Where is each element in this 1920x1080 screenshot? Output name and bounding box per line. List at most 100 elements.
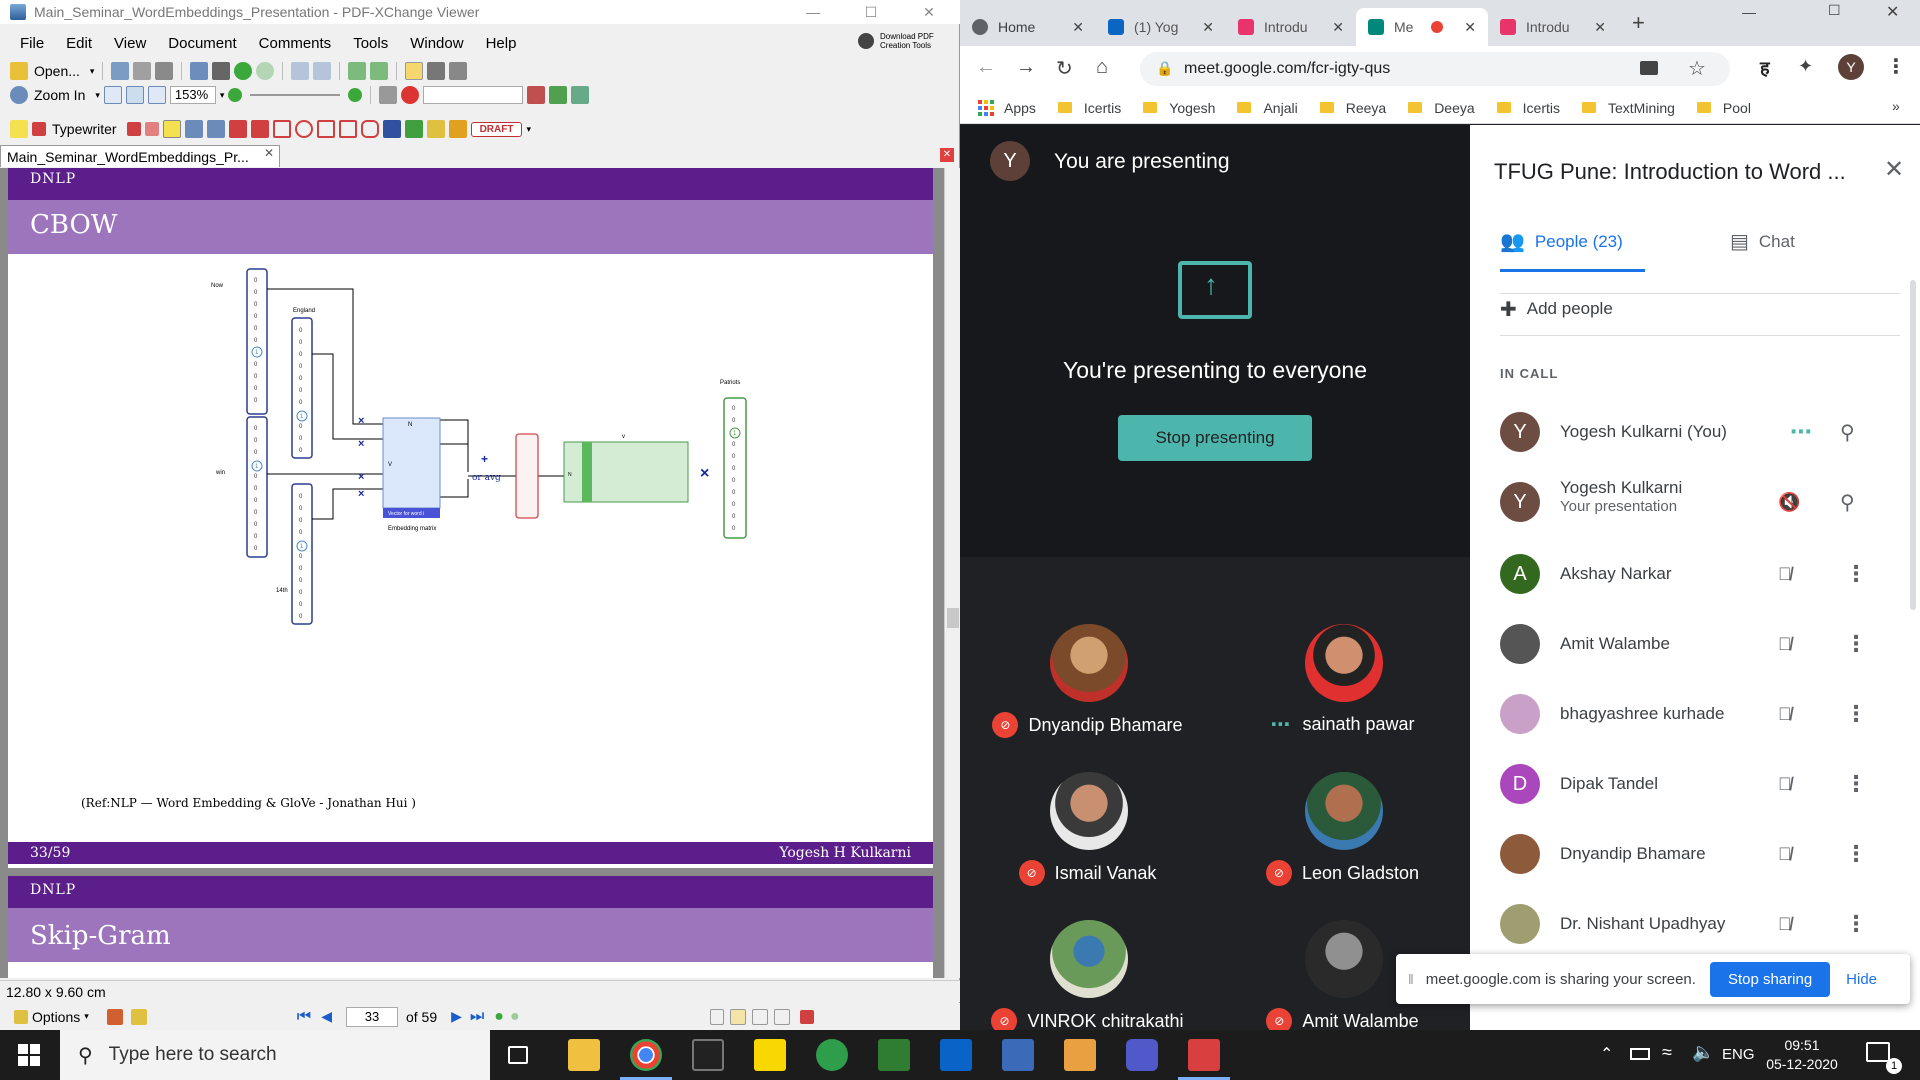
folder-app-icon[interactable]	[1064, 1039, 1096, 1071]
tab-chat[interactable]: ▤ Chat	[1730, 229, 1795, 254]
save-icon[interactable]	[111, 62, 130, 80]
tab-linkedin[interactable]: (1) Yog ✕	[1096, 8, 1226, 46]
document-view[interactable]: DNLP CBOW 0000000000 0000000000 0 0 0 0 …	[0, 168, 945, 978]
tab-close-icon[interactable]: ✕	[1072, 19, 1084, 36]
options-button[interactable]: Options	[32, 1009, 80, 1025]
textbox-icon[interactable]	[126, 122, 141, 136]
arrow-icon[interactable]	[228, 120, 247, 138]
address-bar[interactable]: 🔒 meet.google.com/fcr-igty-qus ☆	[1140, 52, 1730, 86]
redo-icon[interactable]	[313, 62, 332, 80]
first-page-icon[interactable]: ⏮	[297, 1008, 311, 1026]
participant-row[interactable]: Y Yogesh Kulkarni (You) ⋯ ⚲	[1500, 402, 1900, 462]
menu-edit[interactable]: Edit	[66, 35, 92, 52]
hide-button[interactable]: Hide	[1846, 971, 1877, 988]
bookmark-folder[interactable]: TextMining	[1582, 100, 1675, 116]
stamp-icon[interactable]	[401, 86, 420, 104]
find-icon[interactable]	[527, 86, 546, 104]
vertical-scrollbar[interactable]	[944, 168, 960, 978]
pencil-icon[interactable]	[404, 120, 423, 138]
more-options-icon[interactable]: ⋮	[1845, 631, 1867, 657]
forward-arrow-icon[interactable]: →	[1016, 56, 1036, 79]
menu-kebab-icon[interactable]: ⋮	[1886, 54, 1906, 79]
prev-page-icon[interactable]: ◀	[321, 1008, 332, 1025]
tab-people[interactable]: 👥 People (23)	[1500, 229, 1623, 254]
tab-meet[interactable]: Me ✕	[1356, 8, 1488, 46]
tab-intro-1[interactable]: Introdu ✕	[1226, 8, 1356, 46]
minimize-button[interactable]: —	[790, 0, 836, 24]
strikeout-icon[interactable]	[184, 120, 203, 138]
file-explorer-icon[interactable]	[568, 1039, 600, 1071]
tab-close-icon[interactable]: ✕	[1202, 19, 1214, 36]
participant-row[interactable]: bhagyashree kurhade 🎙̸ ⋮	[1500, 684, 1900, 744]
notification-center-icon[interactable]	[1866, 1042, 1890, 1062]
more-options-icon[interactable]: ⋮	[1845, 771, 1867, 797]
spreadsheet-icon[interactable]	[878, 1039, 910, 1071]
mute-presentation-icon[interactable]: 🔇	[1778, 492, 1800, 513]
pentagon-icon[interactable]	[338, 120, 357, 138]
extension-icon[interactable]: ह	[1760, 56, 1770, 80]
undo-icon[interactable]	[291, 62, 310, 80]
panel-scrollbar[interactable]	[1910, 280, 1916, 610]
outlook-icon[interactable]	[940, 1039, 972, 1071]
menu-file[interactable]: File	[20, 35, 44, 52]
star-icon[interactable]: ☆	[1688, 56, 1706, 81]
pin-icon[interactable]: ⚲	[1840, 420, 1855, 445]
chrome-taskbar-icon[interactable]	[630, 1039, 662, 1071]
close-panel-icon[interactable]: ✕	[1884, 155, 1904, 184]
sticky-notes-icon[interactable]	[754, 1039, 786, 1071]
forward-icon[interactable]	[256, 62, 275, 80]
typewriter-button[interactable]: Typewriter	[52, 121, 117, 137]
menu-document[interactable]: Document	[168, 35, 236, 52]
pdf-export-icon[interactable]	[799, 1009, 814, 1024]
clock[interactable]: 09:51 05-12-2020	[1762, 1036, 1842, 1074]
pin-icon[interactable]: ⚲	[1840, 490, 1855, 515]
note-icon[interactable]	[10, 120, 28, 138]
rectangle-icon[interactable]	[272, 120, 291, 138]
hand-tool-icon[interactable]	[405, 62, 424, 80]
reload-icon[interactable]: ↻	[1056, 56, 1073, 81]
participant-row[interactable]: D Dipak Tandel 🎙̸ ⋮	[1500, 754, 1900, 814]
participant-tile[interactable]: ⊘ Leon Gladston	[1215, 768, 1470, 916]
eraser-icon[interactable]	[426, 120, 445, 138]
tab-intro-2[interactable]: Introdu ✕	[1488, 8, 1618, 46]
windows-start-icon[interactable]	[18, 1044, 40, 1066]
participant-row[interactable]: Dr. Nishant Upadhyay 🎙̸ ⋮	[1500, 894, 1900, 954]
terminal-icon[interactable]	[692, 1039, 724, 1071]
scrollbar-thumb[interactable]	[947, 608, 959, 628]
participant-tile[interactable]: ⊘ Dnyandip Bhamare	[960, 620, 1215, 768]
bookmark-folder[interactable]: Deeya	[1408, 100, 1475, 116]
minimize-button[interactable]: —	[1742, 4, 1756, 20]
copy-icon[interactable]	[348, 62, 367, 80]
tab-close-icon[interactable]: ✕	[1332, 19, 1344, 36]
participant-tile[interactable]: ⋯ sainath pawar	[1215, 620, 1470, 768]
sync-icon[interactable]	[816, 1039, 848, 1071]
bookmark-folder[interactable]: Anjali	[1237, 100, 1298, 116]
paste-icon[interactable]	[370, 62, 389, 80]
chevron-up-icon[interactable]: ⌃	[1600, 1044, 1613, 1064]
email-icon[interactable]	[190, 62, 209, 80]
close-button[interactable]: ✕	[906, 0, 952, 24]
link-icon[interactable]	[379, 86, 398, 104]
network-app-icon[interactable]	[1002, 1039, 1034, 1071]
snapshot-icon[interactable]	[427, 62, 446, 80]
zoom-slider[interactable]	[250, 94, 341, 96]
volume-icon[interactable]: 🔈	[1692, 1042, 1714, 1063]
bookmark-icon[interactable]	[130, 1008, 147, 1025]
add-people-button[interactable]: ✚ Add people	[1500, 294, 1613, 324]
bookmark-folder[interactable]: Reeya	[1319, 100, 1386, 116]
puzzle-icon[interactable]: ✦	[1798, 56, 1813, 77]
bookmark-folder[interactable]: Icertis	[1496, 100, 1560, 116]
task-view-icon[interactable]	[508, 1046, 528, 1064]
close-document-icon[interactable]: ✕	[940, 148, 954, 162]
cloud-icon[interactable]	[360, 120, 379, 138]
fit-width-icon[interactable]	[147, 86, 166, 104]
zoom-plus-icon[interactable]	[348, 88, 363, 102]
menu-tools[interactable]: Tools	[353, 35, 388, 52]
battery-icon[interactable]	[1630, 1048, 1650, 1060]
participant-row[interactable]: Amit Walambe 🎙̸ ⋮	[1500, 614, 1900, 674]
continuous-icon[interactable]	[729, 1008, 746, 1025]
maximize-button[interactable]: ☐	[848, 0, 894, 24]
continuous-facing-icon[interactable]	[773, 1008, 790, 1025]
spelling-icon[interactable]	[571, 86, 590, 104]
menu-window[interactable]: Window	[410, 35, 463, 52]
